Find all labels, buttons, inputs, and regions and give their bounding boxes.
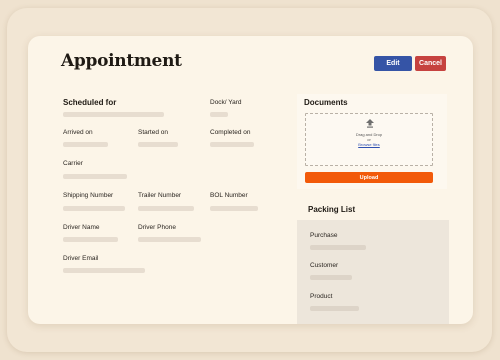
started-on-value <box>138 142 178 147</box>
driver-phone-label: Driver Phone <box>138 224 176 231</box>
background: Appointment Edit Cancel Scheduled for Do… <box>0 0 500 360</box>
trailer-number-value <box>138 206 194 211</box>
page-title: Appointment <box>61 51 182 71</box>
shipping-number-value <box>63 206 125 211</box>
dock-yard-label: Dock/ Yard <box>210 99 242 106</box>
cancel-button[interactable]: Cancel <box>415 56 446 71</box>
dock-yard-value <box>210 112 228 117</box>
edit-button[interactable]: Edit <box>374 56 412 71</box>
arrived-on-label: Arrived on <box>63 129 93 136</box>
documents-heading: Documents <box>304 98 348 107</box>
trailer-number-label: Trailer Number <box>138 192 182 199</box>
file-dropzone[interactable]: Drag and Drop or Browse files <box>305 113 433 166</box>
driver-email-value <box>63 268 145 273</box>
driver-name-value <box>63 237 118 242</box>
shipping-number-label: Shipping Number <box>63 192 114 199</box>
browse-files-link[interactable]: Browse files <box>306 142 432 147</box>
customer-label: Customer <box>310 262 339 269</box>
bol-number-label: BOL Number <box>210 192 248 199</box>
purchase-label: Purchase <box>310 232 338 239</box>
driver-email-label: Driver Email <box>63 255 99 262</box>
packing-list-panel: Purchase Customer Product <box>297 220 449 324</box>
documents-panel: Documents Drag and Drop or Browse files … <box>297 94 447 189</box>
upload-icon <box>366 119 374 128</box>
bol-number-value <box>210 206 258 211</box>
carrier-value <box>63 174 127 179</box>
started-on-label: Started on <box>138 129 168 136</box>
scheduled-for-heading: Scheduled for <box>63 98 117 107</box>
carrier-label: Carrier <box>63 160 83 167</box>
completed-on-value <box>210 142 254 147</box>
scheduled-for-value <box>63 112 164 117</box>
customer-value <box>310 275 352 280</box>
upload-button[interactable]: Upload <box>305 172 433 183</box>
driver-phone-value <box>138 237 201 242</box>
purchase-value <box>310 245 366 250</box>
product-value <box>310 306 359 311</box>
driver-name-label: Driver Name <box>63 224 100 231</box>
packing-list-heading: Packing List <box>308 205 356 214</box>
completed-on-label: Completed on <box>210 129 251 136</box>
arrived-on-value <box>63 142 108 147</box>
product-label: Product <box>310 293 333 300</box>
appointment-card: Appointment Edit Cancel Scheduled for Do… <box>28 36 473 324</box>
